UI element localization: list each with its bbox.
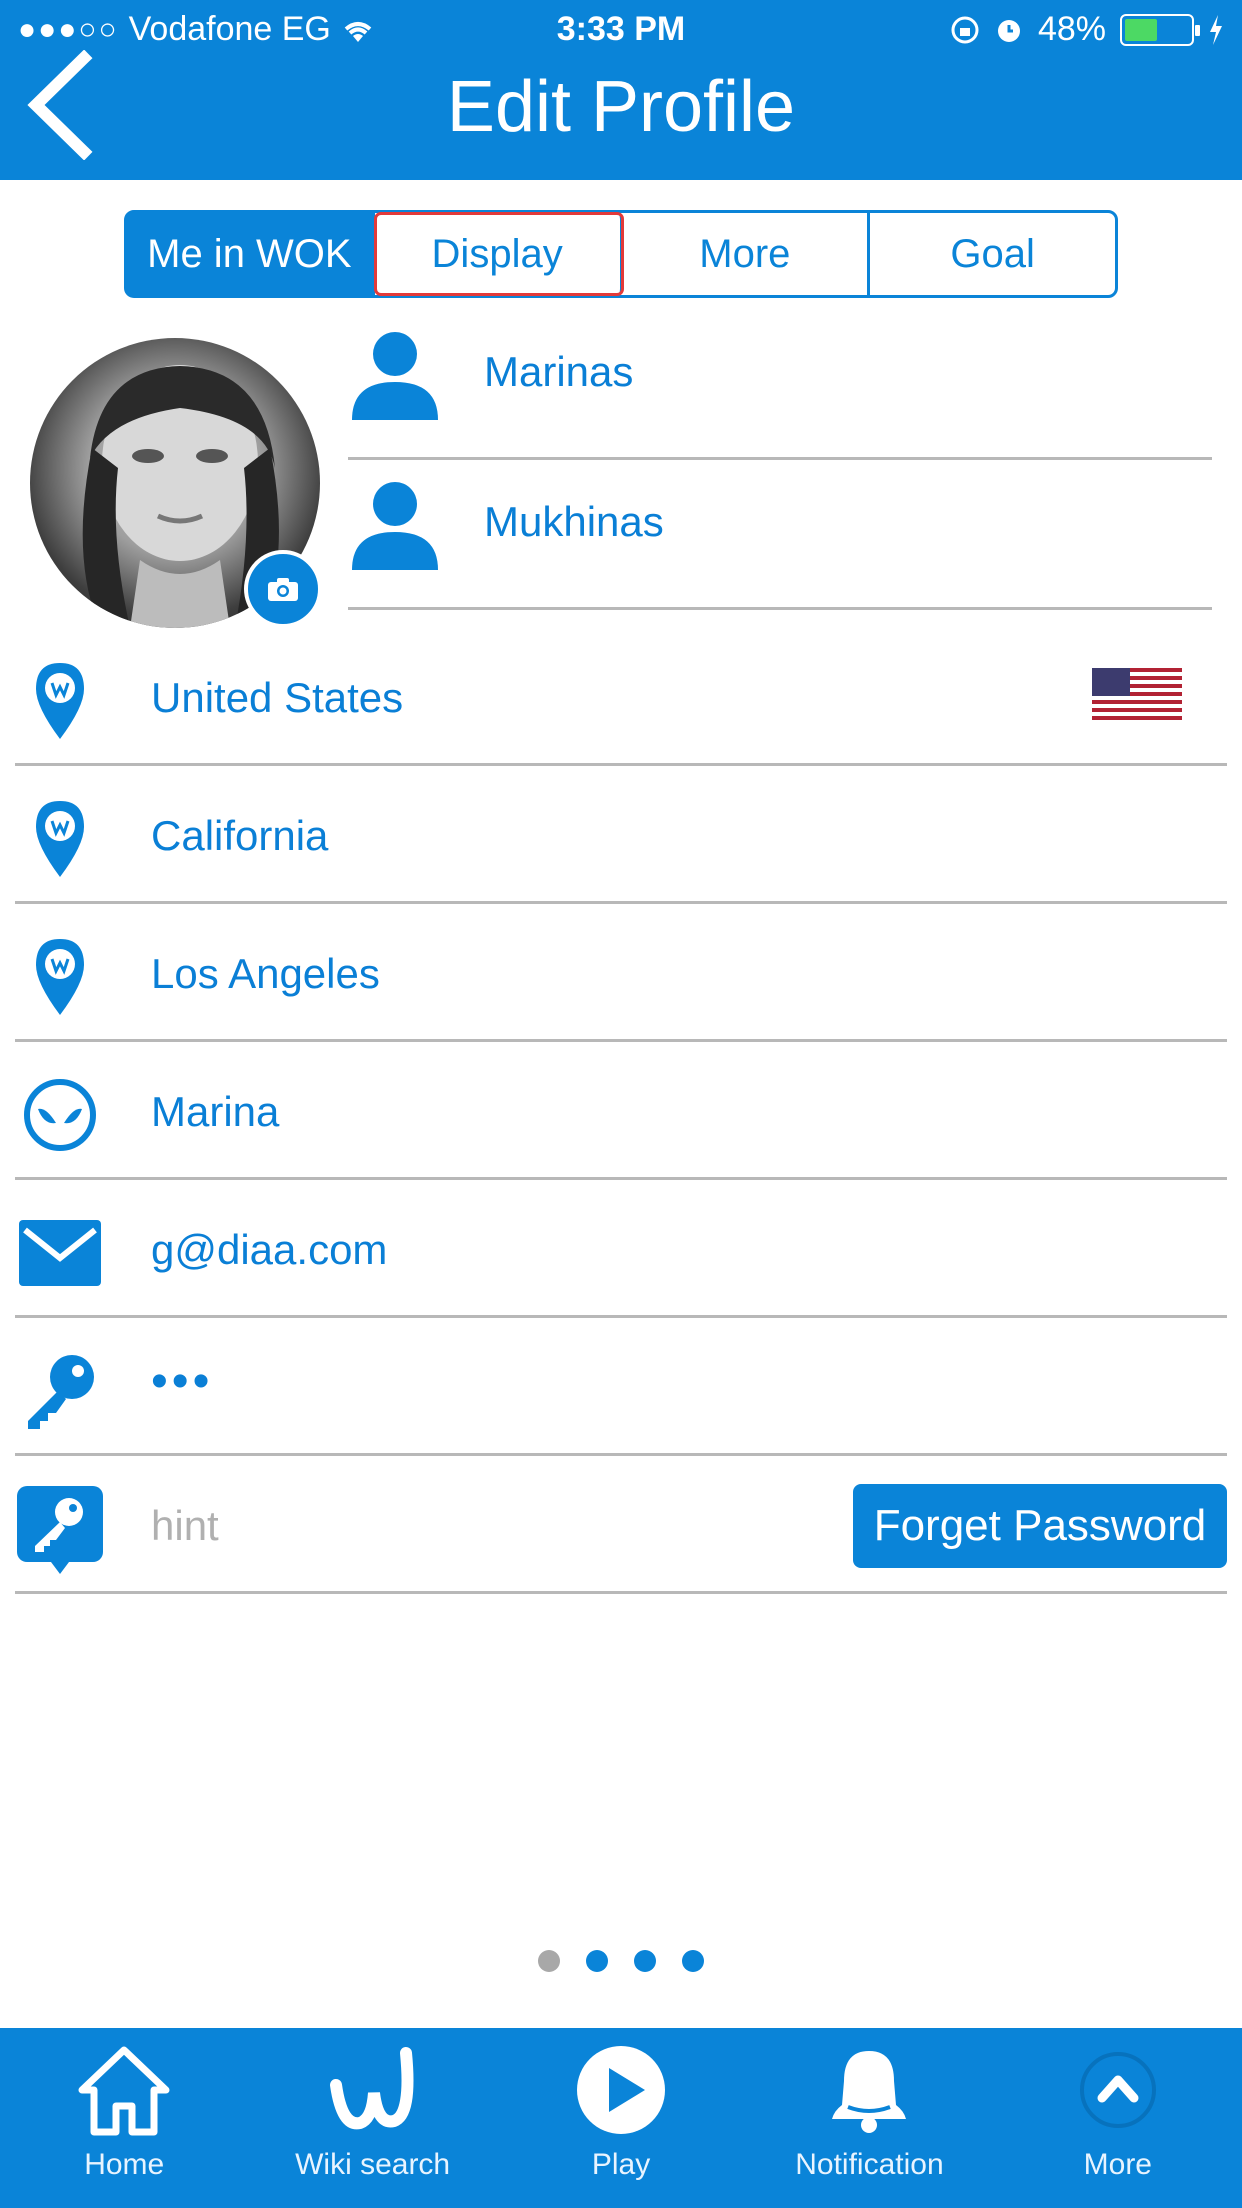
last-name-row[interactable]: Mukhinas (348, 460, 1212, 610)
person-icon (352, 482, 438, 570)
nickname-field[interactable]: Marina (151, 1088, 279, 1136)
page-title: Edit Profile (446, 67, 796, 147)
password-row[interactable]: ••• (15, 1318, 1227, 1456)
mail-icon (15, 1208, 105, 1298)
hint-row: hint Forget Password (15, 1456, 1227, 1594)
tabbar-more[interactable]: More (994, 2028, 1242, 2208)
tabbar-play-label: Play (591, 2148, 651, 2181)
state-row[interactable]: California (15, 766, 1227, 904)
alien-icon (15, 1070, 105, 1160)
tab-me-in-wok[interactable]: Me in WOK (127, 213, 375, 295)
battery-icon (1120, 13, 1200, 46)
tabbar-more-label: More (1083, 2148, 1152, 2181)
battery-percent: 48% (1037, 10, 1106, 48)
email-row[interactable]: g@diaa.com (15, 1180, 1227, 1318)
tab-goal[interactable]: Goal (870, 213, 1115, 295)
rotation-lock-icon (951, 16, 979, 43)
state-field[interactable]: California (151, 812, 328, 860)
bell-icon (819, 2040, 919, 2140)
hint-input[interactable]: hint (151, 1502, 219, 1550)
tab-more[interactable]: More (623, 213, 871, 295)
bottom-tab-bar: Home Wiki search Play Notification More (0, 2028, 1242, 2208)
change-photo-button[interactable] (244, 550, 322, 628)
page-dot[interactable] (682, 1950, 704, 1972)
key-hint-icon (15, 1484, 105, 1574)
tab-display[interactable]: Display (373, 212, 624, 296)
page-indicator (0, 1950, 1242, 1972)
play-icon (571, 2040, 671, 2140)
password-field[interactable]: ••• (151, 1354, 213, 1409)
avatar-container (30, 338, 322, 628)
home-icon (74, 2040, 174, 2140)
location-pin-icon (15, 794, 105, 884)
city-row[interactable]: Los Angeles (15, 904, 1227, 1042)
first-name-row[interactable]: Marinas (348, 310, 1212, 460)
nickname-row[interactable]: Marina (15, 1042, 1227, 1180)
status-bar: ●●●○○ Vodafone EG 3:33 PM 48% (0, 0, 1242, 60)
page-dot[interactable] (538, 1950, 560, 1972)
country-field[interactable]: United States (151, 674, 403, 722)
tabbar-notification[interactable]: Notification (745, 2028, 993, 2208)
first-name-field[interactable]: Marinas (484, 348, 633, 396)
tabbar-play[interactable]: Play (497, 2028, 745, 2208)
location-pin-icon (15, 656, 105, 746)
location-pin-icon (15, 932, 105, 1022)
city-field[interactable]: Los Angeles (151, 950, 380, 998)
wiki-icon (323, 2040, 423, 2140)
email-field[interactable]: g@diaa.com (151, 1226, 387, 1274)
key-icon (15, 1346, 105, 1436)
charging-icon (1210, 14, 1222, 45)
camera-icon (268, 578, 298, 601)
tabbar-notification-label: Notification (795, 2148, 944, 2181)
alarm-icon (997, 19, 1020, 42)
tabbar-home-label: Home (84, 2148, 165, 2181)
country-row[interactable]: United States (15, 628, 1227, 766)
chevron-up-icon (1068, 2040, 1168, 2140)
tabbar-home[interactable]: Home (0, 2028, 248, 2208)
last-name-field[interactable]: Mukhinas (484, 498, 664, 546)
forget-password-button[interactable]: Forget Password (853, 1484, 1227, 1568)
header: ●●●○○ Vodafone EG 3:33 PM 48% Edit Profi… (0, 0, 1242, 180)
page-dot[interactable] (586, 1950, 608, 1972)
segmented-tabs: Me in WOK Display More Goal (124, 210, 1118, 298)
tabbar-wiki-search[interactable]: Wiki search (248, 2028, 496, 2208)
tabbar-wiki-label: Wiki search (295, 2148, 451, 2181)
person-icon (352, 332, 438, 420)
page-dot[interactable] (634, 1950, 656, 1972)
us-flag-icon (1092, 668, 1182, 720)
